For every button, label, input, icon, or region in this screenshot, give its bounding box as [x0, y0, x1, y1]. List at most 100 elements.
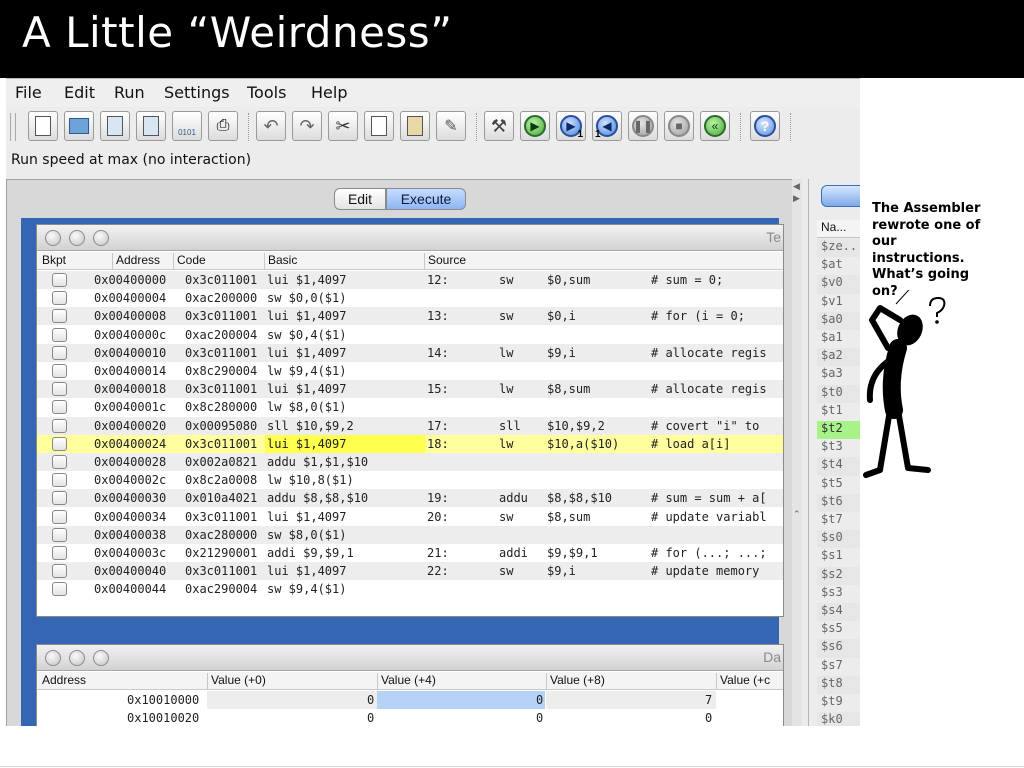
- text-segment-row[interactable]: 0x00400030 0x010a4021 addu $8,$8,$10 19: add…: [37, 489, 783, 508]
- text-segment-row[interactable]: 0x00400038 0xac280000 sw $8,0($1): [37, 525, 783, 544]
- text-segment-row[interactable]: 0x00400004 0xac200000 sw $0,0($1): [37, 289, 783, 307]
- register-row[interactable]: $ze...: [817, 239, 860, 258]
- col-value-4[interactable]: Value (+4): [377, 673, 436, 689]
- menu-tools[interactable]: Tools: [247, 83, 286, 102]
- menu-help[interactable]: Help: [311, 83, 347, 102]
- register-row[interactable]: $t7: [817, 512, 860, 530]
- register-row[interactable]: $t8: [817, 675, 860, 694]
- text-segment-row[interactable]: 0x00400008 0x3c011001 lui $1,4097 13: sw $0,i…: [37, 307, 783, 326]
- text-segment-row[interactable]: 0x0040002c 0x8c2a0008 lw $10,8($1): [37, 471, 783, 489]
- minimize-window-button[interactable]: [69, 230, 85, 246]
- text-segment-row[interactable]: 0x00400014 0x8c290004 lw $9,4($1): [37, 362, 783, 380]
- col-bkpt[interactable]: Bkpt: [39, 253, 66, 269]
- stop-button[interactable]: ■: [664, 111, 694, 141]
- save-button[interactable]: [100, 111, 130, 141]
- register-row[interactable]: $t4: [817, 457, 860, 476]
- register-row[interactable]: $t0: [817, 384, 860, 403]
- breakpoint-checkbox[interactable]: [52, 309, 67, 324]
- breakpoint-checkbox[interactable]: [52, 345, 67, 360]
- register-row[interactable]: $t1: [817, 403, 860, 421]
- register-row[interactable]: $t5: [817, 476, 860, 494]
- backstep-button[interactable]: 1 ◀: [592, 111, 622, 141]
- register-row[interactable]: $a1: [817, 330, 860, 348]
- breakpoint-checkbox[interactable]: [52, 564, 67, 579]
- col-code[interactable]: Code: [173, 253, 206, 269]
- text-segment-row[interactable]: 0x0040003c 0x21290001 addi $9,$9,1 21: addi $…: [37, 544, 783, 562]
- paste-button[interactable]: [400, 111, 430, 141]
- menu-settings[interactable]: Settings: [164, 83, 230, 102]
- tab-execute[interactable]: Execute: [386, 188, 466, 210]
- register-row[interactable]: $k0: [817, 712, 860, 726]
- undo-button[interactable]: ↶: [256, 111, 286, 141]
- breakpoint-checkbox[interactable]: [52, 364, 67, 378]
- text-segment-row[interactable]: 0x00400034 0x3c011001 lui $1,4097 20: sw $8,s…: [37, 508, 783, 526]
- register-row[interactable]: $t6: [817, 493, 860, 512]
- breakpoint-checkbox[interactable]: [52, 491, 67, 506]
- menu-run[interactable]: Run: [114, 83, 145, 102]
- register-row[interactable]: $s3: [817, 585, 860, 603]
- breakpoint-checkbox[interactable]: [52, 273, 67, 287]
- breakpoint-checkbox[interactable]: [52, 291, 67, 306]
- help-button[interactable]: ?: [750, 111, 780, 141]
- selected-value-cell[interactable]: [377, 691, 545, 709]
- text-segment-row[interactable]: 0x00400000 0x3c011001 lui $1,4097 12: sw $0,s…: [37, 271, 783, 289]
- text-segment-titlebar[interactable]: Te: [37, 225, 783, 251]
- text-segment-row[interactable]: 0x0040001c 0x8c280000 lw $8,0($1): [37, 398, 783, 416]
- register-row[interactable]: $a2: [817, 348, 860, 367]
- cut-button[interactable]: ✂: [328, 111, 358, 141]
- new-file-button[interactable]: [28, 111, 58, 141]
- register-row[interactable]: $v0: [817, 275, 860, 294]
- menu-file[interactable]: File: [15, 83, 42, 102]
- toolbar-grip[interactable]: [10, 113, 16, 141]
- breakpoint-checkbox[interactable]: [52, 400, 67, 415]
- register-row[interactable]: $a0: [817, 311, 860, 330]
- text-segment-row[interactable]: 0x00400020 0x00095080 sll $10,$9,2 17: sll $1…: [37, 416, 783, 435]
- col-address[interactable]: Address: [112, 253, 160, 269]
- registers-tab[interactable]: [821, 185, 860, 207]
- data-row[interactable]: 0x10010020 0 0 0: [37, 709, 783, 726]
- col-data-address[interactable]: Address: [39, 673, 86, 689]
- copy-button[interactable]: [364, 111, 394, 141]
- breakpoint-checkbox[interactable]: [52, 327, 67, 342]
- register-name-header[interactable]: Na...: [817, 220, 860, 238]
- data-segment-titlebar[interactable]: Da: [37, 645, 783, 671]
- pause-button[interactable]: ❚❚: [628, 111, 658, 141]
- text-segment-row[interactable]: 0x00400028 0x002a0821 addu $1,$1,$10: [37, 453, 783, 471]
- redo-button[interactable]: ↷: [292, 111, 322, 141]
- text-segment-row[interactable]: 0x00400018 0x3c011001 lui $1,4097 15: lw $8,s…: [37, 380, 783, 399]
- maximize-window-button[interactable]: [93, 230, 109, 246]
- register-row[interactable]: $s4: [817, 603, 860, 622]
- run-button[interactable]: ▶: [520, 111, 550, 141]
- print-button[interactable]: ⎙: [208, 111, 238, 141]
- col-source[interactable]: Source: [424, 253, 786, 269]
- breakpoint-checkbox[interactable]: [52, 382, 67, 397]
- assemble-button[interactable]: ⚒: [484, 111, 514, 141]
- register-row[interactable]: $s0: [817, 530, 860, 549]
- register-row[interactable]: $s6: [817, 639, 860, 658]
- menu-edit[interactable]: Edit: [64, 83, 95, 102]
- register-row[interactable]: $s2: [817, 566, 860, 585]
- breakpoint-checkbox[interactable]: [52, 436, 67, 451]
- register-row[interactable]: $s7: [817, 658, 860, 676]
- register-row[interactable]: $v1: [817, 294, 860, 312]
- data-row[interactable]: 0x10010000 0 0 7: [37, 691, 783, 709]
- text-segment-row[interactable]: 0x00400010 0x3c011001 lui $1,4097 14: lw $9,i…: [37, 343, 783, 362]
- reset-button[interactable]: «: [700, 111, 730, 141]
- register-row[interactable]: $t3: [817, 439, 860, 457]
- tab-edit[interactable]: Edit: [334, 188, 386, 210]
- dump-memory-button[interactable]: 0101: [172, 111, 202, 141]
- register-row[interactable]: $t2: [817, 421, 860, 440]
- step-button[interactable]: ▶ 1: [556, 111, 586, 141]
- text-segment-row[interactable]: 0x00400044 0xac290004 sw $9,4($1): [37, 580, 783, 598]
- col-value-8[interactable]: Value (+8): [546, 673, 605, 689]
- breakpoint-checkbox[interactable]: [52, 455, 67, 469]
- register-row[interactable]: $a3: [817, 366, 860, 384]
- save-as-button[interactable]: [136, 111, 166, 141]
- splitter-handle[interactable]: ◀ ▶ ⌃: [792, 179, 802, 726]
- breakpoint-checkbox[interactable]: [52, 582, 67, 597]
- col-value-c[interactable]: Value (+c: [716, 673, 770, 689]
- register-row[interactable]: $t9: [817, 694, 860, 712]
- register-row[interactable]: $s1: [817, 548, 860, 566]
- find-replace-button[interactable]: ✎: [436, 111, 466, 141]
- breakpoint-checkbox[interactable]: [52, 527, 67, 542]
